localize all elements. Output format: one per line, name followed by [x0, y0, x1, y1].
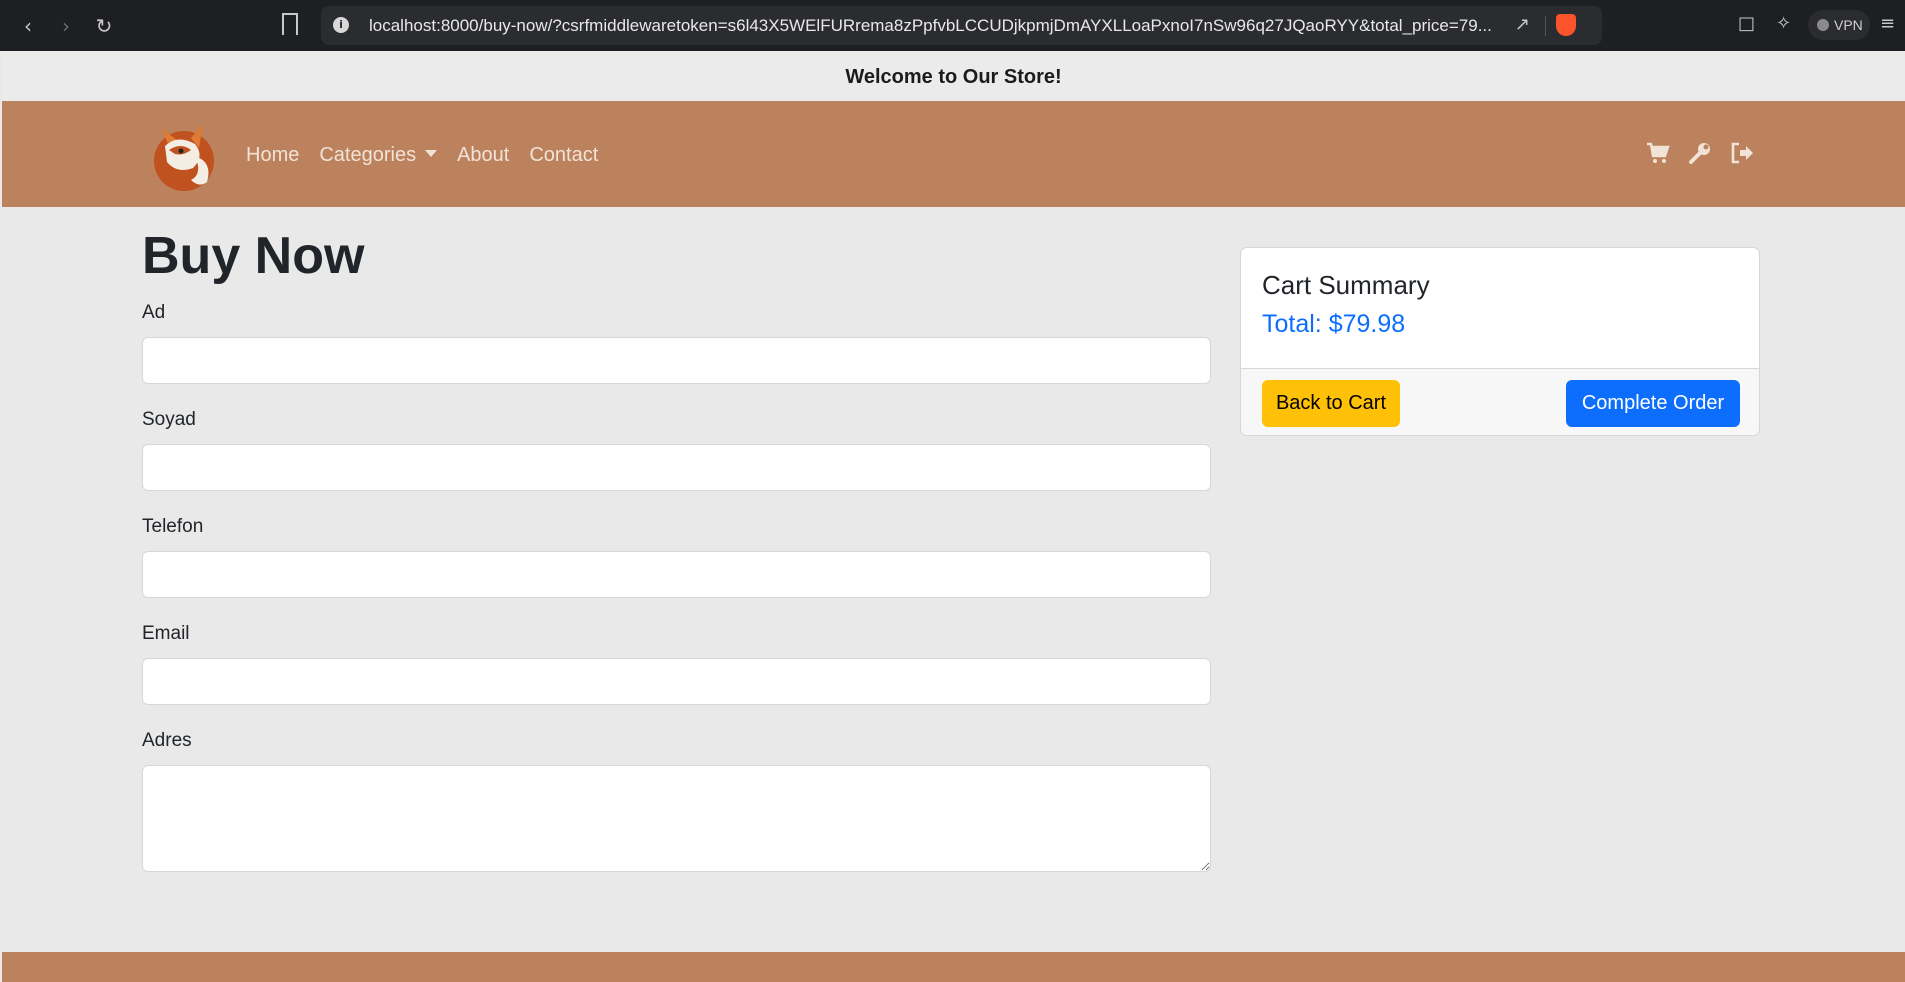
address-textarea[interactable] — [142, 765, 1211, 872]
nav-about[interactable]: About — [457, 143, 509, 167]
url-text[interactable]: localhost:8000/buy-now/?csrfmiddlewareto… — [369, 16, 1509, 36]
cart-total: Total: $79.98 — [1262, 310, 1406, 338]
fox-logo[interactable] — [147, 116, 219, 192]
reload-icon[interactable]: ↻ — [90, 12, 118, 40]
complete-order-button[interactable]: Complete Order — [1566, 380, 1740, 427]
wrench-icon[interactable] — [1688, 141, 1712, 167]
email-input[interactable] — [142, 658, 1211, 705]
brave-shield-icon[interactable] — [1556, 14, 1576, 36]
page-title: Buy Now — [142, 227, 365, 285]
divider — [1545, 16, 1546, 36]
nav-contact[interactable]: Contact — [529, 143, 598, 167]
footer-bar — [2, 952, 1905, 982]
browser-toolbar: ‹ › ↻ i localhost:8000/buy-now/?csrfmidd… — [0, 0, 1905, 51]
phone-label: Telefon — [142, 516, 204, 537]
back-icon[interactable]: ‹ — [14, 12, 42, 40]
bookmark-icon[interactable] — [282, 13, 298, 35]
address-bar[interactable]: i localhost:8000/buy-now/?csrfmiddleware… — [321, 6, 1602, 45]
leo-ai-icon[interactable]: ✧ — [1776, 13, 1791, 34]
first-name-input[interactable] — [142, 337, 1211, 384]
address-label: Adres — [142, 730, 192, 751]
logout-icon[interactable] — [1730, 141, 1754, 167]
nav-categories-dropdown[interactable]: Categories — [319, 143, 437, 167]
forward-icon[interactable]: › — [52, 12, 80, 40]
first-name-label: Ad — [142, 302, 166, 323]
back-to-cart-button[interactable]: Back to Cart — [1262, 380, 1400, 427]
cart-icon[interactable] — [1646, 141, 1670, 167]
announcement-bar: Welcome to Our Store! — [2, 51, 1905, 101]
phone-input[interactable] — [142, 551, 1211, 598]
sidebar-icon[interactable]: □ — [1738, 13, 1755, 34]
cart-summary-footer: Back to Cart Complete Order — [1241, 368, 1759, 435]
nav-home[interactable]: Home — [246, 143, 299, 167]
nav-icons — [1646, 141, 1754, 167]
last-name-input[interactable] — [142, 444, 1211, 491]
email-label: Email — [142, 623, 190, 644]
vpn-button[interactable]: VPN — [1808, 10, 1870, 40]
share-icon[interactable]: ↗ — [1515, 14, 1530, 35]
site-info-icon[interactable]: i — [333, 17, 349, 33]
cart-summary-card: Cart Summary Total: $79.98 Back to Cart … — [1240, 247, 1760, 436]
menu-icon[interactable]: ≡ — [1880, 13, 1895, 34]
last-name-label: Soyad — [142, 409, 196, 430]
nav-links: Home Categories About Contact — [246, 143, 618, 167]
cart-summary-title: Cart Summary — [1262, 270, 1430, 300]
